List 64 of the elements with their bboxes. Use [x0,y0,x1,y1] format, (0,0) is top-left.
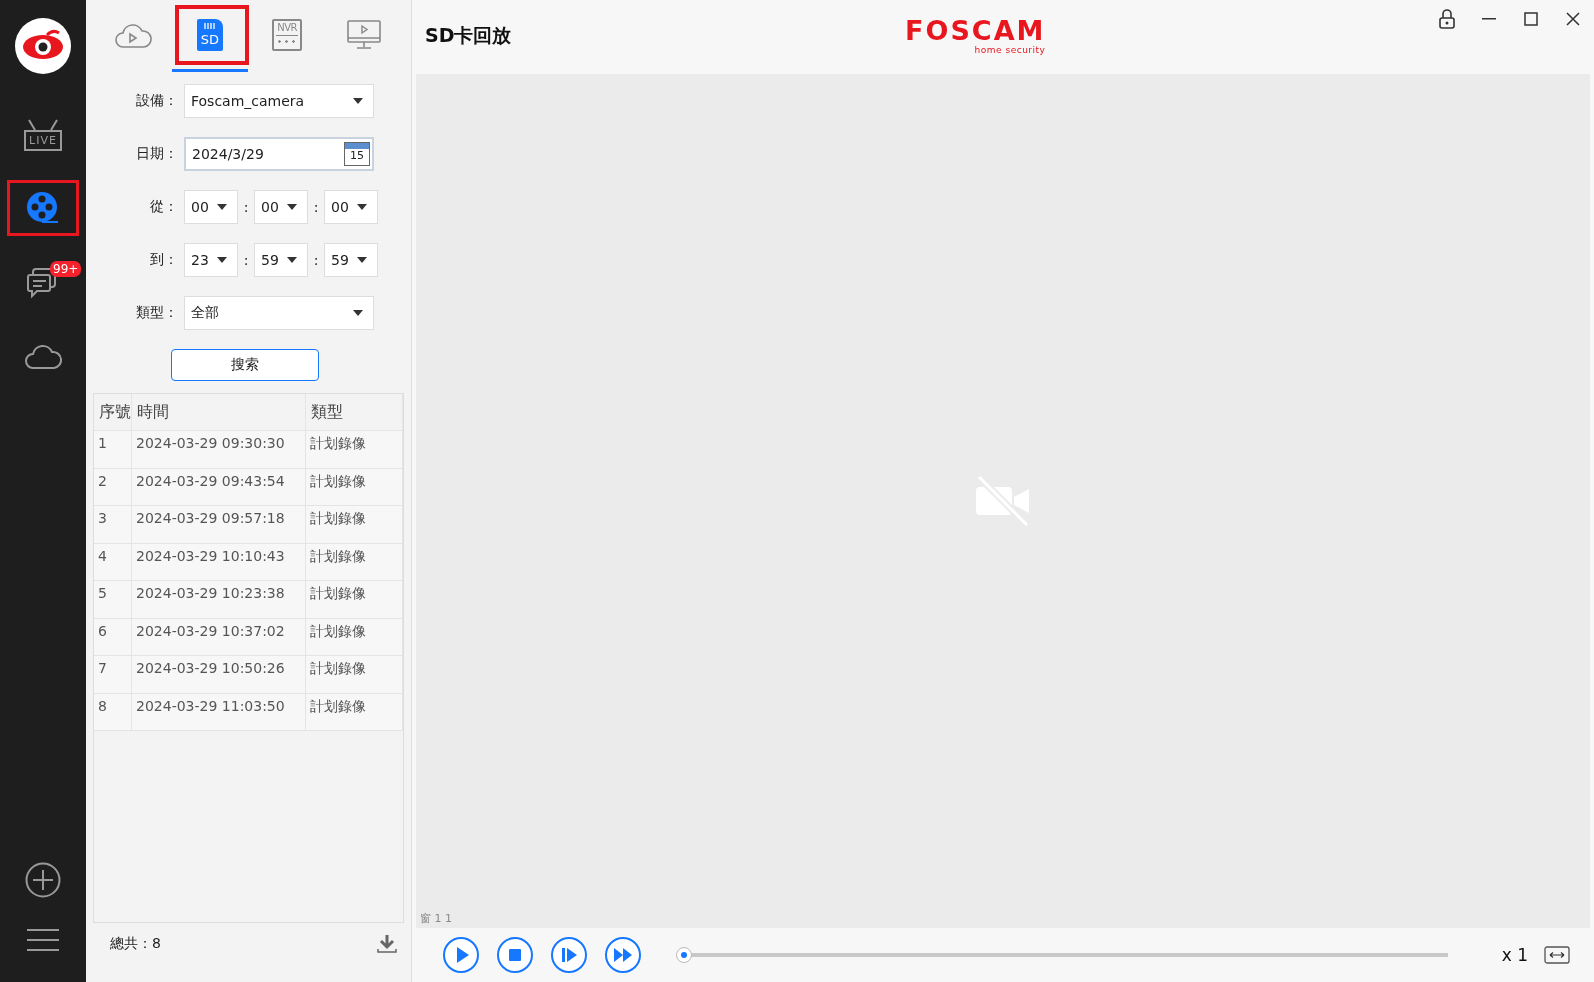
column-header: 類型 [306,394,403,430]
next-frame-button[interactable] [550,936,588,974]
caret-icon [287,204,297,210]
brand-logo: FOSCAM home security [905,17,1046,55]
type-dropdown[interactable]: 全部 [184,296,374,330]
add-icon[interactable] [25,862,61,898]
nvr-recorder-icon: NVR [272,18,303,51]
caret-icon [353,98,363,104]
caret-icon [287,257,297,263]
search-button[interactable]: 搜索 [171,349,319,381]
column-header: 序號 [94,394,132,430]
page-title: SD卡回放 [425,23,513,48]
date-field[interactable]: 2024/3/29 15 [184,137,374,171]
recording-row[interactable]: 3 2024-03-29 09:57:18 計划錄像 [94,506,403,544]
caret-icon [217,257,227,263]
recording-row[interactable]: 2 2024-03-29 09:43:54 計划錄像 [94,468,403,506]
caret-icon [357,257,367,263]
lock-icon[interactable] [1436,8,1458,30]
recording-row[interactable]: 8 2024-03-29 11:03:50 計划錄像 [94,693,403,731]
slider-thumb[interactable] [676,947,692,963]
channel-label: 窗 1 1 [420,911,452,926]
total-count: 總共：8 [110,935,161,953]
time-dropdown[interactable]: 59 [324,243,378,277]
time-dropdown[interactable]: 23 [184,243,238,277]
recording-row[interactable]: 7 2024-03-29 10:50:26 計划錄像 [94,656,403,694]
nav-item[interactable]: 99+ [7,254,79,310]
recording-row[interactable]: 1 2024-03-29 09:30:30 計划錄像 [94,431,403,469]
time-dropdown[interactable]: 00 [184,190,238,224]
sd-card-icon: SD [196,18,223,51]
caret-icon [353,310,363,316]
field-label: 類型： [135,304,179,322]
calendar-icon[interactable]: 15 [344,142,370,166]
recording-row[interactable]: 6 2024-03-29 10:37:02 計划錄像 [94,618,403,656]
film-reel-icon [25,190,61,226]
monitor-play-icon [347,19,382,50]
caret-icon [217,204,227,210]
field-label: 日期： [135,145,179,163]
time-separator: : [312,199,320,215]
time-separator: : [242,252,250,268]
download-icon[interactable] [377,934,397,954]
nav-item[interactable] [7,180,79,236]
recording-row[interactable]: 4 2024-03-29 10:10:43 計划錄像 [94,543,403,581]
app-logo[interactable] [15,18,71,74]
time-dropdown[interactable]: 00 [254,190,308,224]
fast-forward-button[interactable] [604,936,642,974]
recording-row[interactable]: 5 2024-03-29 10:23:38 計划錄像 [94,581,403,619]
nav-item[interactable]: LIVE [7,106,79,162]
fit-width-icon[interactable] [1544,946,1570,964]
time-separator: : [312,252,320,268]
device-dropdown[interactable]: Foscam_camera [184,84,374,118]
unread-badge: 99+ [50,261,82,277]
menu-icon[interactable] [26,929,60,951]
field-label: 從： [149,198,179,216]
column-header: 時間 [132,394,306,430]
stop-button[interactable] [496,936,534,974]
play-button[interactable] [442,936,480,974]
time-separator: : [242,199,250,215]
field-label: 設備： [135,92,179,110]
time-dropdown[interactable]: 00 [324,190,378,224]
caret-icon [357,204,367,210]
cloud-icon [24,342,62,370]
time-dropdown[interactable]: 59 [254,243,308,277]
speed-label: x 1 [1501,945,1528,965]
field-label: 到： [149,251,179,269]
